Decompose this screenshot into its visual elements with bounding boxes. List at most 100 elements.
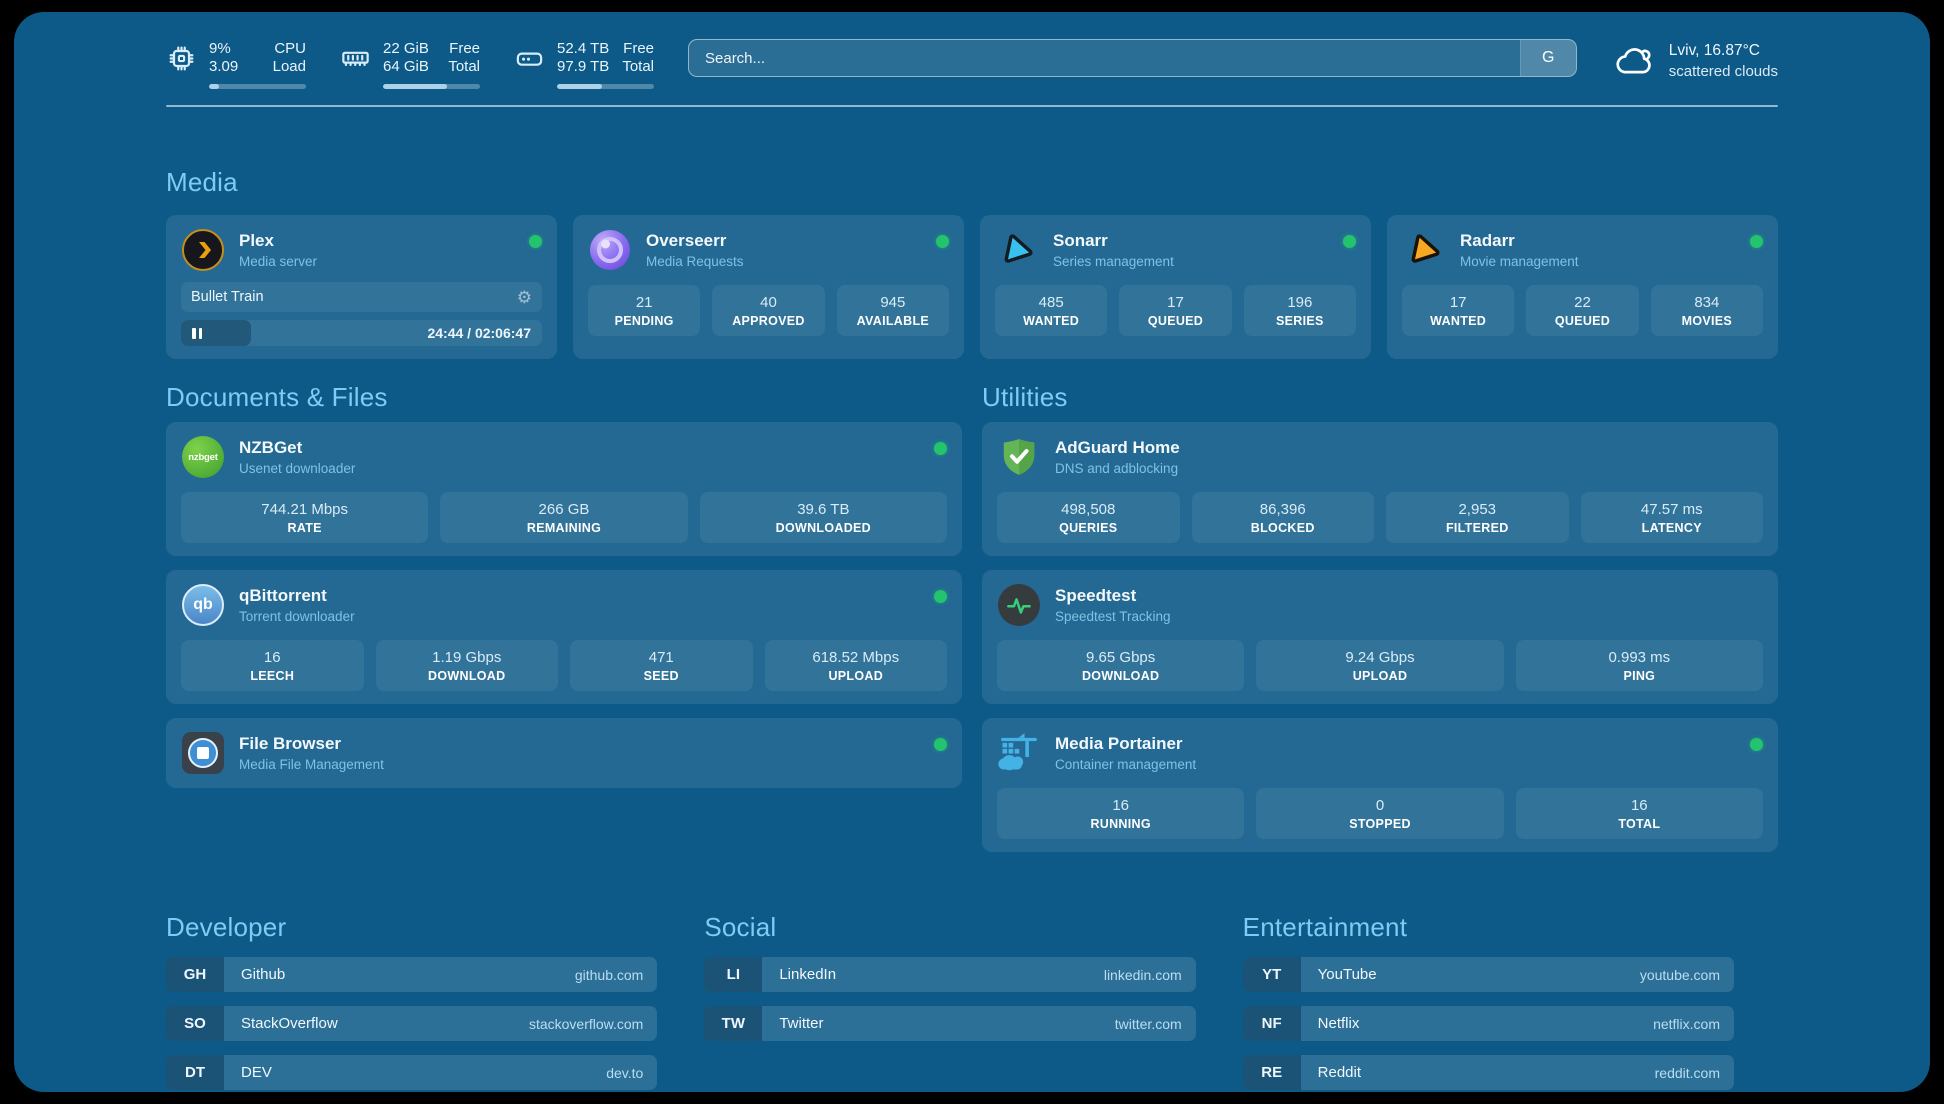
bookmark-reddit[interactable]: RE Reddit reddit.com: [1243, 1055, 1734, 1090]
status-online-dot: [1750, 235, 1763, 248]
stat-approved: 40 APPROVED: [712, 285, 824, 336]
disk-usage-bar-fill: [557, 84, 602, 89]
bookmarks-row: Developer GH Github github.com SO StackO…: [166, 912, 1734, 1090]
app-name: Media Portainer: [1055, 734, 1196, 754]
app-subtitle: Usenet downloader: [239, 461, 355, 476]
total-label: Total: [622, 58, 654, 76]
stat-upload: 9.24 Gbps UPLOAD: [1256, 640, 1503, 691]
cloud-icon: [1613, 39, 1656, 82]
stat-total: 16 TOTAL: [1516, 788, 1763, 839]
bookmark-stackoverflow[interactable]: SO StackOverflow stackoverflow.com: [166, 1006, 657, 1041]
cpu-usage-percent: 9%: [209, 40, 238, 58]
bookmark-url: stackoverflow.com: [529, 1006, 657, 1041]
app-card-sonarr[interactable]: Sonarr Series management 485 WANTED 17 Q…: [980, 215, 1371, 359]
status-online-dot: [934, 738, 947, 751]
now-playing-title: Bullet Train: [191, 289, 517, 305]
disk-stat: 52.4 TB 97.9 TB Free Total: [514, 40, 654, 89]
bookmark-twitter[interactable]: TW Twitter twitter.com: [704, 1006, 1195, 1041]
bookmark-tag: SO: [166, 1006, 224, 1041]
bookmark-url: dev.to: [606, 1055, 657, 1090]
stat-label: DOWNLOADED: [704, 521, 943, 535]
app-card-plex[interactable]: Plex Media server Bullet Train ⚙ 24:44 /…: [166, 215, 557, 359]
media-cards-row: Plex Media server Bullet Train ⚙ 24:44 /…: [166, 215, 1778, 359]
bookmark-name: Twitter: [762, 1006, 823, 1041]
app-card-filebrowser[interactable]: File Browser Media File Management: [166, 718, 962, 788]
app-card-nzbget[interactable]: nzbget NZBGet Usenet downloader 744.21 M…: [166, 422, 962, 556]
weather-condition: scattered clouds: [1669, 63, 1778, 80]
app-name: Speedtest: [1055, 586, 1171, 606]
stat-label: RUNNING: [1001, 817, 1240, 831]
free-label: Free: [622, 40, 654, 58]
app-card-overseerr[interactable]: Overseerr Media Requests 21 PENDING 40 A…: [573, 215, 964, 359]
sonarr-icon: [995, 228, 1039, 272]
bookmark-tag: RE: [1243, 1055, 1301, 1090]
app-card-speedtest[interactable]: Speedtest Speedtest Tracking 9.65 Gbps D…: [982, 570, 1778, 704]
section-title-developer: Developer: [166, 912, 657, 943]
stat-value: 39.6 TB: [704, 501, 943, 518]
load-label: Load: [273, 58, 306, 76]
bookmark-name: Netflix: [1301, 1006, 1360, 1041]
stat-label: WANTED: [1406, 314, 1510, 328]
app-card-radarr[interactable]: Radarr Movie management 17 WANTED 22 QUE…: [1387, 215, 1778, 359]
playback-time: 24:44 / 02:06:47: [427, 325, 531, 341]
disk-total-value: 97.9 TB: [557, 58, 609, 76]
stat-value: 945: [841, 294, 945, 311]
stat-series: 196 SERIES: [1244, 285, 1356, 336]
memory-total-value: 64 GiB: [383, 58, 429, 76]
settings-gear-icon[interactable]: ⚙: [517, 289, 532, 306]
bookmark-dev[interactable]: DT DEV dev.to: [166, 1055, 657, 1090]
app-name: Plex: [239, 231, 317, 251]
bookmark-url: youtube.com: [1640, 957, 1734, 992]
cpu-stat: 9% 3.09 CPU Load: [166, 40, 306, 89]
bookmark-tag: GH: [166, 957, 224, 992]
stat-label: APPROVED: [716, 314, 820, 328]
stat-queued: 22 QUEUED: [1526, 285, 1638, 336]
section-media: Media Plex Media server: [166, 167, 1778, 359]
pause-button[interactable]: [192, 328, 202, 339]
bookmark-netflix[interactable]: NF Netflix netflix.com: [1243, 1006, 1734, 1041]
stat-value: 9.24 Gbps: [1260, 649, 1499, 666]
stat-value: 16: [1001, 797, 1240, 814]
stat-value: 17: [1123, 294, 1227, 311]
bookmark-github[interactable]: GH Github github.com: [166, 957, 657, 992]
stat-label: STOPPED: [1260, 817, 1499, 831]
stat-value: 498,508: [1001, 501, 1176, 518]
app-subtitle: DNS and adblocking: [1055, 461, 1180, 476]
app-card-portainer[interactable]: Media Portainer Container management 16 …: [982, 718, 1778, 852]
bookmark-url: github.com: [575, 957, 657, 992]
disk-free-value: 52.4 TB: [557, 40, 609, 58]
app-subtitle: Series management: [1053, 254, 1174, 269]
stat-download: 9.65 Gbps DOWNLOAD: [997, 640, 1244, 691]
cpu-label: CPU: [273, 40, 306, 58]
bookmark-linkedin[interactable]: LI LinkedIn linkedin.com: [704, 957, 1195, 992]
stat-label: LEECH: [185, 669, 360, 683]
stat-value: 744.21 Mbps: [185, 501, 424, 518]
stat-label: TOTAL: [1520, 817, 1759, 831]
cpu-usage-bar-fill: [209, 84, 219, 89]
app-card-qbittorrent[interactable]: qb qBittorrent Torrent downloader 16: [166, 570, 962, 704]
search-input[interactable]: [689, 40, 1520, 76]
stat-value: 16: [185, 649, 360, 666]
stat-ping: 0.993 ms PING: [1516, 640, 1763, 691]
now-playing-row: Bullet Train ⚙: [181, 282, 542, 312]
stat-label: MOVIES: [1655, 314, 1759, 328]
stat-label: SERIES: [1248, 314, 1352, 328]
app-subtitle: Media Requests: [646, 254, 744, 269]
stat-value: 22: [1530, 294, 1634, 311]
cpu-usage-bar: [209, 84, 306, 89]
search-engine-button[interactable]: G: [1520, 40, 1576, 76]
dashboard-content: 9% 3.09 CPU Load: [14, 12, 1930, 1092]
bookmark-name: Reddit: [1301, 1055, 1361, 1090]
middle-columns: Documents & Files nzbget NZBGet Usenet d…: [166, 382, 1778, 852]
stat-value: 47.57 ms: [1585, 501, 1760, 518]
stat-label: BLOCKED: [1196, 521, 1371, 535]
stat-value: 485: [999, 294, 1103, 311]
bookmark-youtube[interactable]: YT YouTube youtube.com: [1243, 957, 1734, 992]
bookmarks-social: Social LI LinkedIn linkedin.com TW Twitt…: [704, 912, 1195, 1041]
weather-location-temp: Lviv, 16.87°C: [1669, 42, 1778, 60]
app-card-adguard[interactable]: AdGuard Home DNS and adblocking 498,508 …: [982, 422, 1778, 556]
stat-blocked: 86,396 BLOCKED: [1192, 492, 1375, 543]
top-bar: 9% 3.09 CPU Load: [166, 36, 1778, 89]
disk-usage-bar: [557, 84, 654, 89]
section-title-documents: Documents & Files: [166, 382, 962, 413]
